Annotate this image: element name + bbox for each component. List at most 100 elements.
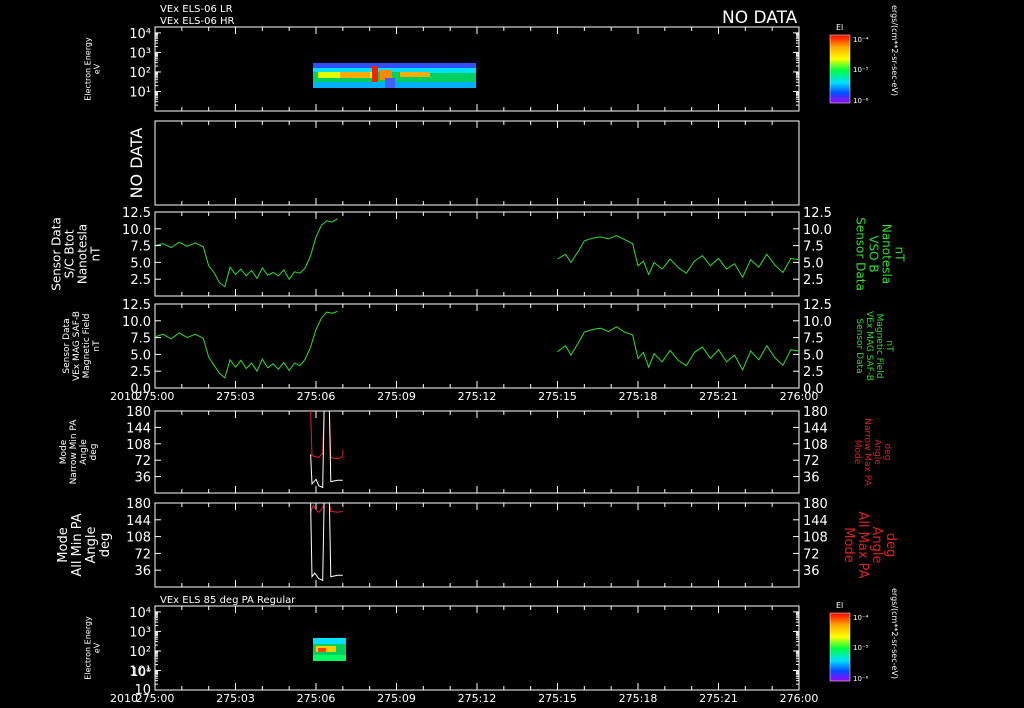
ylabel-p6-right-3: deg <box>883 533 898 558</box>
y-tick-rlabel-p4-2: 108 <box>803 438 828 453</box>
ylabel-p4-left-1: VEx MAG SAF-B <box>72 311 82 381</box>
ylabel-p4-right-0: Sensor Data <box>854 318 864 373</box>
ylabel-p7-0: Electron Energy <box>84 616 93 680</box>
ylabel-p3-right-3: nT <box>893 247 907 263</box>
y-tick-label-p4-3: 72 <box>134 454 151 469</box>
log-tick-label-p6-1: 10³ <box>129 625 151 640</box>
ylabel-p3-left-2: Nanotesla <box>76 224 90 284</box>
ylabel-p6-left-1: All Min PA <box>70 513 85 576</box>
y-tick-rlabel-p2-1: 10.0 <box>803 223 832 238</box>
log-tick-label-p0-1: 10³ <box>129 46 151 61</box>
panel-2-frame <box>154 120 800 206</box>
series-p2-s0-seg1 <box>557 234 800 279</box>
colorbar-1-title: El <box>836 23 843 32</box>
y-tick-label-p4-4: 36 <box>134 471 151 486</box>
ylabel-p5-left-1: Narrow Min PA <box>69 419 79 485</box>
colorbar-1-tick-2: 10⁻⁶ <box>853 97 869 105</box>
colorbar-1-tick-0: 10⁻⁴ <box>853 36 869 44</box>
ylabel-p4-left-2: Magnetic Field <box>82 314 92 379</box>
spectrogram-7 <box>313 638 346 661</box>
y-tick-rlabel-p2-3: 5.0 <box>803 256 824 271</box>
x-tick-label-p7-8: 276:00 <box>780 692 819 705</box>
colorbar-7-tick-1: 10⁻⁵ <box>853 644 869 652</box>
ylabel-p3-left-3: nT <box>89 246 103 262</box>
x-tick-label-p4-6: 275:18 <box>619 390 658 403</box>
y-tick-rlabel-p5-3: 72 <box>803 547 820 562</box>
y-tick-label-p2-2: 7.5 <box>130 240 151 255</box>
x-tick-label-p4-7: 275:21 <box>699 390 738 403</box>
y-tick-label-p5-1: 144 <box>126 514 151 529</box>
ylabel-p3-right-0: Sensor Data <box>854 217 868 291</box>
panel-1-frame <box>154 26 800 112</box>
y-tick-rlabel-p5-2: 108 <box>803 531 828 546</box>
x-tick-label-p7-4: 275:12 <box>458 692 497 705</box>
ylabel-p4-right-3: nT <box>884 340 894 352</box>
y-tick-rlabel-p2-4: 2.5 <box>803 273 824 288</box>
ylabel-p5-left-3: deg <box>89 444 99 461</box>
y-tick-rlabel-p3-0: 12.5 <box>803 298 832 313</box>
title-line-2: VEx ELS-06 HR <box>160 16 235 27</box>
y-tick-label-p4-2: 108 <box>126 438 151 453</box>
title-line-1: VEx ELS-06 LR <box>160 4 233 15</box>
series-p5-s1-seg0 <box>310 502 343 582</box>
colorbar-7-tick-2: 10⁻⁶ <box>853 675 869 683</box>
series-p4-s1-seg0 <box>310 410 343 489</box>
colorbar-1-tick-1: 10⁻⁵ <box>853 66 869 74</box>
ylabel-p1-0: Electron Energy <box>84 37 93 101</box>
ylabel-p4-left-0: Sensor Data <box>62 318 72 373</box>
x-tick-label-p7-5: 275:15 <box>538 692 577 705</box>
spectrogram-1 <box>313 63 476 88</box>
y-tick-rlabel-p5-1: 144 <box>803 514 828 529</box>
colorbar-1-unit: ergs/(cm**2-sr-sec-eV) <box>890 5 899 96</box>
panel-3-frame <box>154 211 800 297</box>
ylabel-p3-right-1: VSO B <box>867 235 881 272</box>
x-tick-label-p4-1: 275:03 <box>216 390 255 403</box>
ylabel-p5-right-0: Mode <box>852 440 862 465</box>
ylabel-p4-right-2: Magnetic Field <box>874 314 884 379</box>
colorbar-7: El 10⁻⁴ 10⁻⁵ 10⁻⁶ ergs/(cm**2-sr-sec-eV) <box>829 588 899 683</box>
y-tick-rlabel-p3-3: 5.0 <box>803 348 824 363</box>
log-tick-label-p0-2: 10² <box>129 66 151 81</box>
year-label-p4: 2010 <box>110 390 138 403</box>
colorbar-1-gradient <box>829 34 851 104</box>
ylabel-p5-right-3: deg <box>882 444 892 461</box>
log-tick-label-p6-0: 10⁴ <box>129 606 151 621</box>
ylabel-p5-left-2: Angle <box>79 439 89 465</box>
series-p4-s0-seg0 <box>310 410 344 460</box>
colorbar-7-tick-0: 10⁻⁴ <box>853 614 869 622</box>
ylabel-p6-right-2: Angle <box>869 527 884 564</box>
x-tick-label-p7-7: 275:21 <box>699 692 738 705</box>
y-tick-rlabel-p3-1: 10.0 <box>803 315 832 330</box>
year-label-p7: 2010 <box>110 692 138 705</box>
ylabel-p1-1: eV <box>93 63 102 74</box>
series-p3-s0-seg0 <box>154 310 338 379</box>
x-tick-label-p4-2: 275:06 <box>297 390 336 403</box>
ylabel-p4-right-1: VEx MAG SAF-B <box>864 311 874 381</box>
ylabel-p7-1: eV <box>93 642 102 653</box>
ylabel-p6-left-0: Mode <box>56 527 71 562</box>
ylabel-p6-left-2: Angle <box>84 527 99 564</box>
y-tick-rlabel-p4-1: 144 <box>803 421 828 436</box>
ylabel-p5-left-0: Mode <box>59 439 69 464</box>
panel-7-frame <box>154 605 800 691</box>
colorbar-7-unit: ergs/(cm**2-sr-sec-eV) <box>890 588 899 679</box>
panel-5-frame <box>154 410 800 494</box>
y-tick-rlabel-p4-3: 72 <box>803 454 820 469</box>
x-tick-label-p7-2: 275:06 <box>297 692 336 705</box>
y-tick-label-p2-4: 2.5 <box>130 273 151 288</box>
y-tick-rlabel-p5-4: 36 <box>803 564 820 579</box>
y-tick-label-p2-3: 5.0 <box>130 256 151 271</box>
panel-6-frame <box>154 502 800 588</box>
axis-ticks <box>154 27 800 690</box>
y-tick-label-p5-0: 180 <box>126 497 151 512</box>
log-tick-label-p0-3: 10¹ <box>129 85 151 100</box>
y-tick-label-p3-0: 12.5 <box>122 298 151 313</box>
y-tick-rlabel-p2-2: 7.5 <box>803 240 824 255</box>
panel-7-title: VEx ELS 85 deg PA Regular <box>160 595 296 606</box>
colorbar-7-title: El <box>836 601 843 610</box>
colorbar-1: El 10⁻⁴ 10⁻⁵ 10⁻⁶ ergs/(cm**2-sr-sec-eV) <box>829 5 899 105</box>
ylabel-p4-left-3: nT <box>92 340 102 352</box>
y-tick-rlabel-p4-0: 180 <box>803 405 828 420</box>
x-tick-label-p7-1: 275:03 <box>216 692 255 705</box>
colorbar-7-gradient <box>829 612 851 682</box>
